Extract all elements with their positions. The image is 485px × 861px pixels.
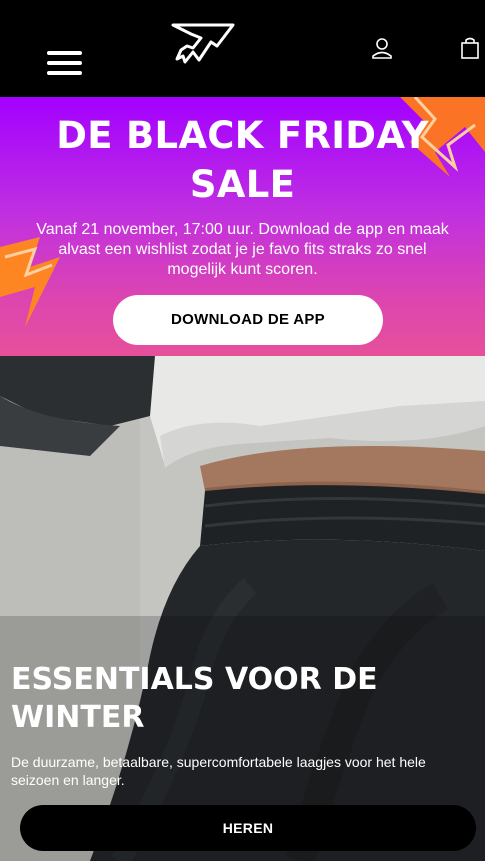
promo-title-line-2: SALE (189, 163, 296, 206)
shopping-bag-icon[interactable] (460, 37, 480, 59)
promo-description: Vanaf 21 november, 17:00 uur. Download d… (36, 221, 449, 278)
gymshark-logo[interactable] (171, 22, 235, 68)
page: DE BLACK FRIDAY SALE Vanaf 21 november, … (0, 0, 485, 861)
user-icon[interactable] (371, 37, 393, 59)
hero-description: De duurzame, betaalbare, supercomfortabe… (11, 754, 426, 788)
promo-title: DE BLACK FRIDAY SALE (20, 111, 465, 209)
promo-title-line-1: DE BLACK FRIDAY (56, 114, 429, 157)
hamburger-menu-icon[interactable] (47, 51, 82, 75)
site-header (0, 0, 485, 97)
download-app-button[interactable]: DOWNLOAD DE APP (113, 295, 383, 345)
hero-title: ESSENTIALS VOOR DE WINTER (11, 662, 378, 735)
shop-men-button[interactable]: HEREN (20, 805, 476, 851)
hero-banner: ESSENTIALS VOOR DE WINTER De duurzame, b… (0, 356, 485, 861)
black-friday-banner: DE BLACK FRIDAY SALE Vanaf 21 november, … (0, 97, 485, 356)
